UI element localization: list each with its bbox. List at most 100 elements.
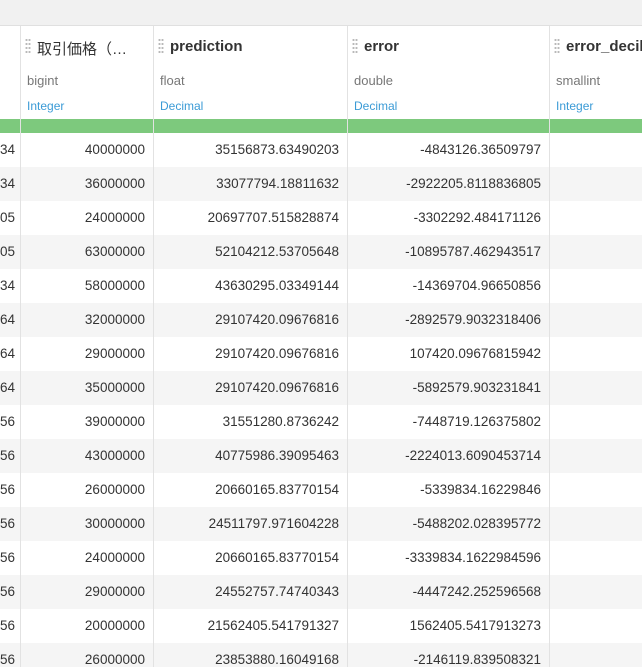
table-cell[interactable]: 32000000 [21,303,153,337]
table-cell[interactable]: -5892579.903231841 [348,371,549,405]
table-cell[interactable] [550,473,642,507]
column-header[interactable]: prediction float Decimal [154,26,347,119]
table-cell[interactable]: 56 [0,643,20,667]
table-cell[interactable]: 1562405.5417913273 [348,609,549,643]
table-cell[interactable]: 05 [0,235,20,269]
table-cell[interactable] [550,269,642,303]
table-cell[interactable]: -2224013.6090453714 [348,439,549,473]
table-cell[interactable]: 30000000 [21,507,153,541]
table-cell[interactable]: 56 [0,439,20,473]
table-cell[interactable]: 40775986.39095463 [154,439,347,473]
table-cell[interactable]: 63000000 [21,235,153,269]
table-cell[interactable]: 20660165.83770154 [154,541,347,575]
table-cell[interactable]: -2922205.8118836805 [348,167,549,201]
drag-handle-icon[interactable] [554,38,560,54]
table-cell[interactable]: 52104212.53705648 [154,235,347,269]
table-cell[interactable]: 64 [0,303,20,337]
table-cell[interactable] [550,609,642,643]
table-cell[interactable]: 107420.09676815942 [348,337,549,371]
table-cell[interactable] [550,133,642,167]
table-cell[interactable]: -14369704.96650856 [348,269,549,303]
data-quality-bar [0,119,20,133]
table-cell[interactable] [550,575,642,609]
table-cell[interactable]: 26000000 [21,643,153,667]
table-cell[interactable]: 56 [0,575,20,609]
table-cell[interactable] [550,405,642,439]
table-cell[interactable]: -4843126.36509797 [348,133,549,167]
table-cell[interactable]: 64 [0,371,20,405]
column-data-type[interactable]: Integer [556,99,593,113]
table-cell[interactable]: 56 [0,507,20,541]
table-cell[interactable]: -3339834.1622984596 [348,541,549,575]
table-cell[interactable]: 29107420.09676816 [154,337,347,371]
table-cell[interactable]: 56 [0,541,20,575]
table-cell[interactable]: 34 [0,167,20,201]
table-cell[interactable]: 58000000 [21,269,153,303]
table-cell[interactable]: 56 [0,405,20,439]
drag-handle-icon[interactable] [25,38,31,54]
table-cell[interactable]: 24000000 [21,201,153,235]
table-cell[interactable]: 56 [0,473,20,507]
table-cell[interactable]: 20000000 [21,609,153,643]
table-cell[interactable]: -5488202.028395772 [348,507,549,541]
table-cell[interactable]: 39000000 [21,405,153,439]
column-header[interactable] [0,26,20,119]
table-cell[interactable]: 24511797.971604228 [154,507,347,541]
table-cell[interactable]: -2146119.839508321 [348,643,549,667]
column-name: prediction [170,38,243,55]
table-cell[interactable] [550,337,642,371]
table-cell[interactable]: 64 [0,337,20,371]
column-data-type[interactable]: Decimal [354,99,397,113]
column-data-type[interactable]: Decimal [160,99,203,113]
column-name: error [364,38,400,55]
table-cell[interactable]: 34 [0,269,20,303]
table-cell[interactable]: 24000000 [21,541,153,575]
table-cell[interactable]: -10895787.462943517 [348,235,549,269]
table-cell[interactable] [550,541,642,575]
table-cell[interactable]: 40000000 [21,133,153,167]
drag-handle-icon[interactable] [352,38,358,54]
table-cell[interactable]: 23853880.16049168 [154,643,347,667]
table-cell[interactable]: 24552757.74740343 [154,575,347,609]
table-cell[interactable]: 05 [0,201,20,235]
drag-handle-icon[interactable] [158,38,164,54]
table-cell[interactable]: 34 [0,133,20,167]
table-cell[interactable]: 21562405.541791327 [154,609,347,643]
table-cell[interactable] [550,235,642,269]
table-cell[interactable]: 36000000 [21,167,153,201]
table-cell[interactable]: -2892579.9032318406 [348,303,549,337]
column-sql-type: bigint [27,73,59,88]
table-cell[interactable]: -4447242.252596568 [348,575,549,609]
table-cell[interactable]: 43000000 [21,439,153,473]
table-cell[interactable] [550,303,642,337]
prediction-column: prediction float Decimal 35156873.63490203 3… [154,26,348,667]
table-cell[interactable]: 29000000 [21,337,153,371]
data-quality-bar [154,119,347,133]
table-cell[interactable]: 20660165.83770154 [154,473,347,507]
table-cell[interactable]: 29000000 [21,575,153,609]
table-cell[interactable]: 20697707.515828874 [154,201,347,235]
column-header[interactable]: error double Decimal [348,26,549,119]
column-name: error_decil [566,38,642,55]
table-cell[interactable]: 35000000 [21,371,153,405]
table-cell[interactable]: 56 [0,609,20,643]
column-header[interactable]: 取引価格（… bigint Integer [21,26,153,119]
table-cell[interactable]: -7448719.126375802 [348,405,549,439]
table-cell[interactable]: 29107420.09676816 [154,303,347,337]
table-cell[interactable]: -5339834.16229846 [348,473,549,507]
table-cell[interactable] [550,507,642,541]
table-cell[interactable]: 26000000 [21,473,153,507]
column-header[interactable]: error_decil smallint Integer [550,26,642,119]
table-cell[interactable] [550,201,642,235]
table-cell[interactable] [550,643,642,667]
table-cell[interactable]: -3302292.484171126 [348,201,549,235]
column-data-type[interactable]: Integer [27,99,64,113]
table-cell[interactable] [550,439,642,473]
table-cell[interactable]: 31551280.8736242 [154,405,347,439]
table-cell[interactable]: 33077794.18811632 [154,167,347,201]
table-cell[interactable] [550,371,642,405]
table-cell[interactable]: 43630295.03349144 [154,269,347,303]
table-cell[interactable]: 29107420.09676816 [154,371,347,405]
table-cell[interactable]: 35156873.63490203 [154,133,347,167]
table-cell[interactable] [550,167,642,201]
